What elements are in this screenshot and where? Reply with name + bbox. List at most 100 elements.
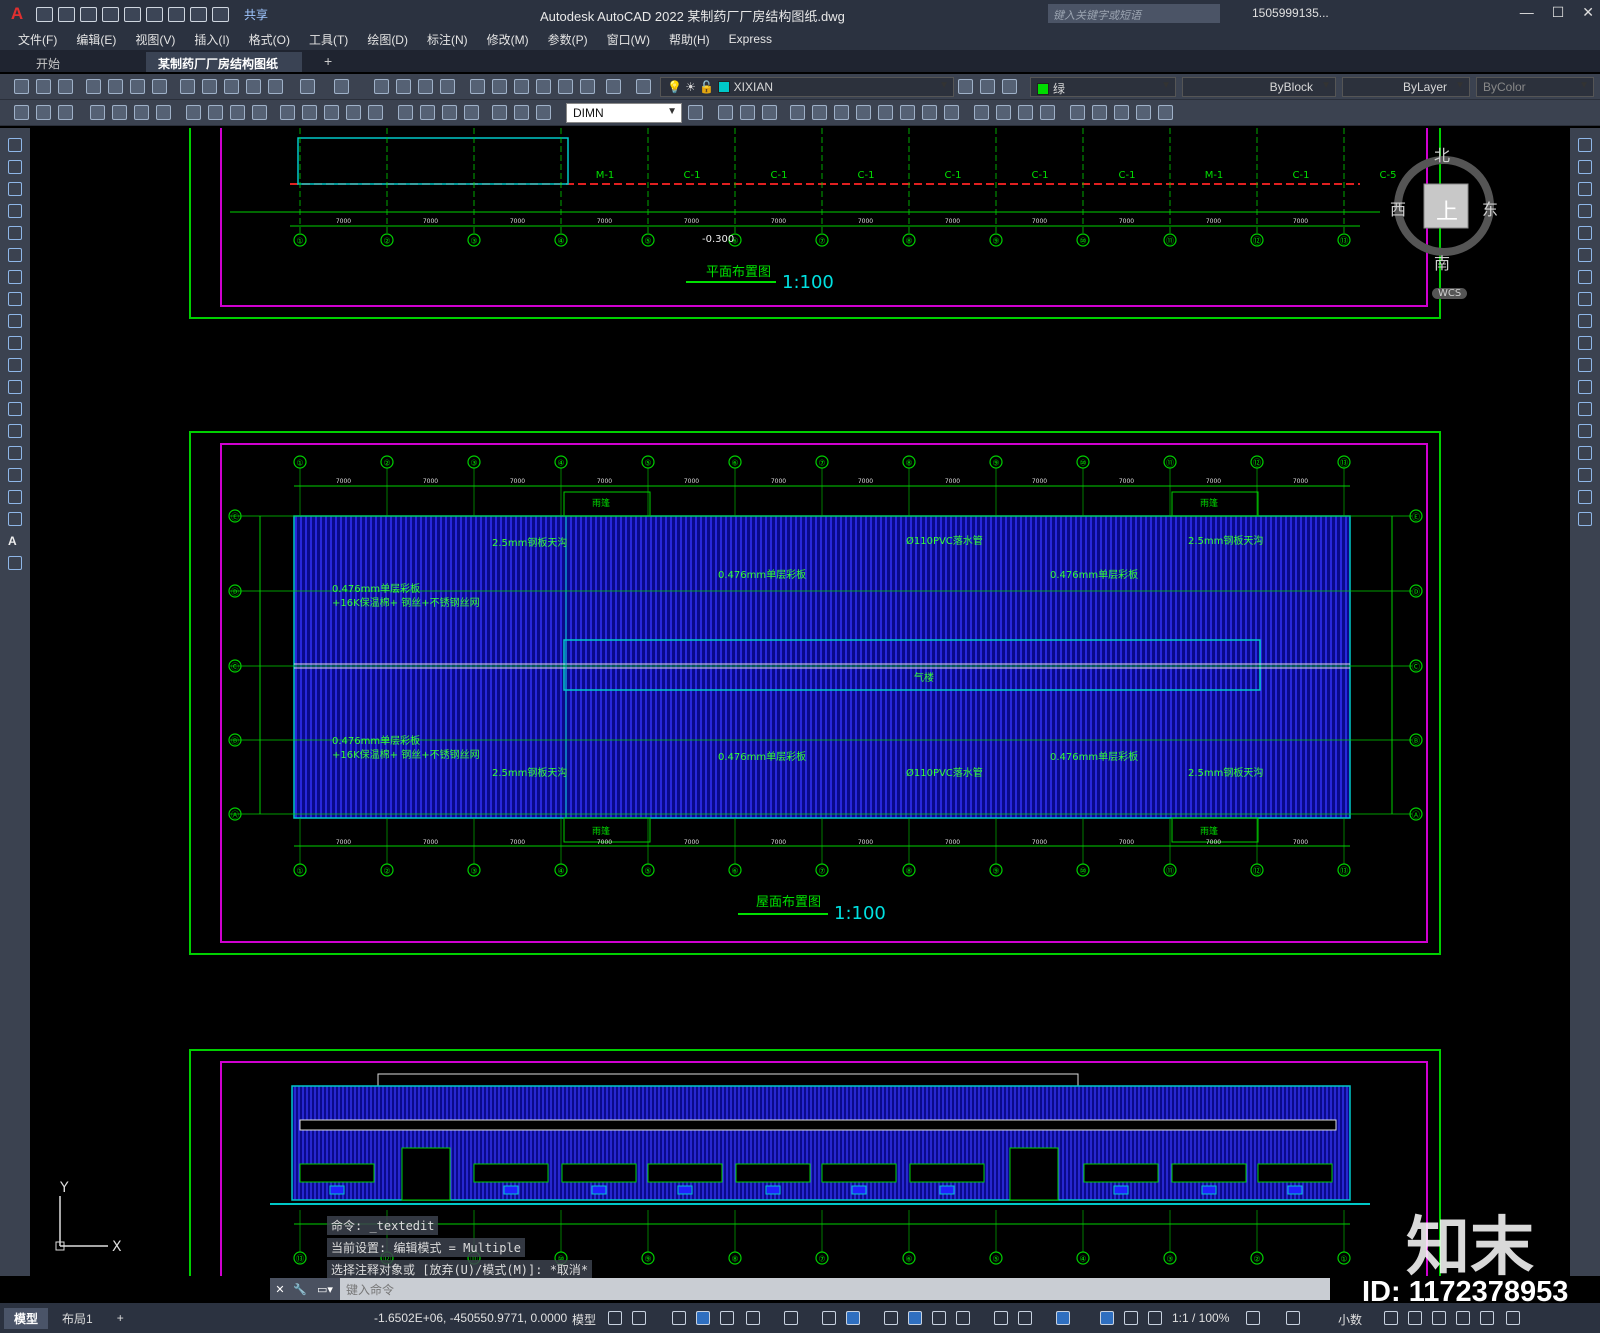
new-tab-button[interactable]: + (312, 50, 344, 70)
isodraft-icon[interactable] (784, 1311, 798, 1325)
inspection-icon[interactable] (442, 105, 457, 120)
customize-icon[interactable]: 🔧 (290, 1278, 310, 1300)
intersect-icon[interactable] (762, 105, 777, 120)
hatch-icon[interactable] (8, 446, 22, 460)
dimension-update-icon[interactable] (536, 105, 551, 120)
graphics-performance-icon[interactable] (1456, 1311, 1470, 1325)
layer-previous-icon[interactable] (980, 79, 995, 94)
save-icon[interactable] (80, 6, 97, 22)
viewcube-top-face[interactable]: 上 (1436, 194, 1458, 226)
annotation-monitor-icon[interactable] (1286, 1311, 1300, 1325)
drawing-canvas[interactable]: ① 7000 ② 7000 ③ 7000 ④ 7000 ⑤ 7000 ⑥ 7000 ⑦ 7000 ⑧ 7000… (30, 128, 1570, 1276)
tab-layout1[interactable]: 布局1 (52, 1308, 103, 1329)
spline-icon[interactable] (8, 314, 22, 328)
point-icon[interactable] (8, 424, 22, 438)
menu-insert[interactable]: 插入(I) (194, 31, 229, 48)
trim-icon[interactable] (1578, 336, 1592, 350)
materials-icon[interactable] (1018, 105, 1033, 120)
linetype-dropdown[interactable]: ByBlock ▼ (1182, 77, 1336, 97)
add-selected-icon[interactable] (8, 556, 22, 570)
transparency-icon[interactable] (908, 1311, 922, 1325)
region-icon[interactable] (8, 490, 22, 504)
design-center-icon[interactable] (492, 79, 507, 94)
lineweight-dropdown[interactable]: ByLayer ▼ (1342, 77, 1470, 97)
menu-window[interactable]: 窗口(W) (607, 31, 650, 48)
ellipse-icon[interactable] (8, 336, 22, 350)
jogged-dimension-icon[interactable] (208, 105, 223, 120)
render-icon[interactable] (996, 105, 1011, 120)
menu-edit[interactable]: 编辑(E) (76, 31, 116, 48)
viewcube-north[interactable]: 北 (1434, 142, 1450, 166)
selection-cycling-icon[interactable] (932, 1311, 946, 1325)
gradient-icon[interactable] (8, 468, 22, 482)
center-mark-icon[interactable] (420, 105, 435, 120)
thicken-icon[interactable] (922, 105, 937, 120)
dimension-style-icon[interactable] (688, 105, 703, 120)
insert-block-icon[interactable] (8, 380, 22, 394)
ucs-face-icon[interactable] (1136, 105, 1151, 120)
wcs-menu[interactable]: WCS (1432, 288, 1468, 299)
extrude-icon[interactable] (790, 105, 805, 120)
undo-icon[interactable] (300, 79, 315, 94)
polar-tracking-icon[interactable] (746, 1311, 760, 1325)
aligned-dimension-icon[interactable] (112, 105, 127, 120)
block-editor-icon[interactable] (268, 79, 283, 94)
angular-dimension-icon[interactable] (252, 105, 267, 120)
tool-palettes-icon[interactable] (514, 79, 529, 94)
gizmo-icon[interactable] (1056, 1311, 1070, 1325)
redo-icon[interactable] (212, 6, 229, 22)
add-layout-button[interactable]: + (107, 1309, 134, 1327)
revolve-icon[interactable] (812, 105, 827, 120)
slice-icon[interactable] (900, 105, 915, 120)
customization-menu-icon[interactable] (1506, 1311, 1520, 1325)
maximize-button[interactable]: ☐ (1552, 4, 1565, 21)
construction-line-icon[interactable] (8, 160, 22, 174)
model-space-button[interactable]: 模型 (572, 1311, 596, 1328)
quickcalc-icon[interactable] (580, 79, 595, 94)
extend-icon[interactable] (1578, 358, 1592, 372)
polyline-icon[interactable] (8, 182, 22, 196)
array-icon[interactable] (1578, 226, 1592, 240)
redo-icon[interactable] (334, 79, 349, 94)
snap-icon[interactable] (632, 1311, 646, 1325)
blend-curves-icon[interactable] (1578, 490, 1592, 504)
dimension-space-icon[interactable] (346, 105, 361, 120)
ellipse-arc-icon[interactable] (8, 358, 22, 372)
selection-filter-icon[interactable] (1018, 1311, 1032, 1325)
menu-draw[interactable]: 绘图(D) (367, 31, 408, 48)
new-icon[interactable] (14, 79, 29, 94)
copy-icon[interactable] (202, 79, 217, 94)
loft-icon[interactable] (856, 105, 871, 120)
ortho-icon[interactable] (720, 1311, 734, 1325)
menu-parametric[interactable]: 参数(P) (548, 31, 588, 48)
dimension-text-edit-icon[interactable] (514, 105, 529, 120)
zoom-realtime-icon[interactable] (396, 79, 411, 94)
properties-icon[interactable] (470, 79, 485, 94)
lock-ui-icon[interactable] (1408, 1311, 1422, 1325)
offset-icon[interactable] (1578, 204, 1592, 218)
annotation-scale-readout[interactable]: 1:1 / 100% (1172, 1311, 1229, 1325)
menu-modify[interactable]: 修改(M) (487, 31, 529, 48)
break-at-point-icon[interactable] (1578, 380, 1592, 394)
dimension-edit-icon[interactable] (492, 105, 507, 120)
cut-icon[interactable] (180, 79, 195, 94)
minimize-button[interactable]: — (1520, 4, 1534, 21)
tab-start[interactable]: 开始 (24, 52, 72, 72)
join-icon[interactable] (1578, 424, 1592, 438)
object-snap-icon[interactable] (846, 1311, 860, 1325)
annotation-visibility-icon[interactable] (1100, 1311, 1114, 1325)
viewcube[interactable]: 北 南 西 东 上 WCS (1390, 140, 1500, 310)
dimstyle-dropdown[interactable]: DIMN ▼ (566, 103, 682, 123)
ordinate-dimension-icon[interactable] (156, 105, 171, 120)
open-icon[interactable] (58, 6, 75, 22)
menu-view[interactable]: 视图(V) (135, 31, 175, 48)
close-button[interactable]: ✕ (1582, 4, 1594, 21)
user-account[interactable]: 1505999135... (1252, 6, 1329, 20)
radius-dimension-icon[interactable] (186, 105, 201, 120)
menu-format[interactable]: 格式(O) (249, 31, 290, 48)
continue-dimension-icon[interactable] (324, 105, 339, 120)
tolerance-icon[interactable] (398, 105, 413, 120)
recent-commands-icon[interactable]: ▭▾ (310, 1278, 340, 1300)
make-current-icon[interactable] (958, 79, 973, 94)
3d-osnap-icon[interactable] (956, 1311, 970, 1325)
